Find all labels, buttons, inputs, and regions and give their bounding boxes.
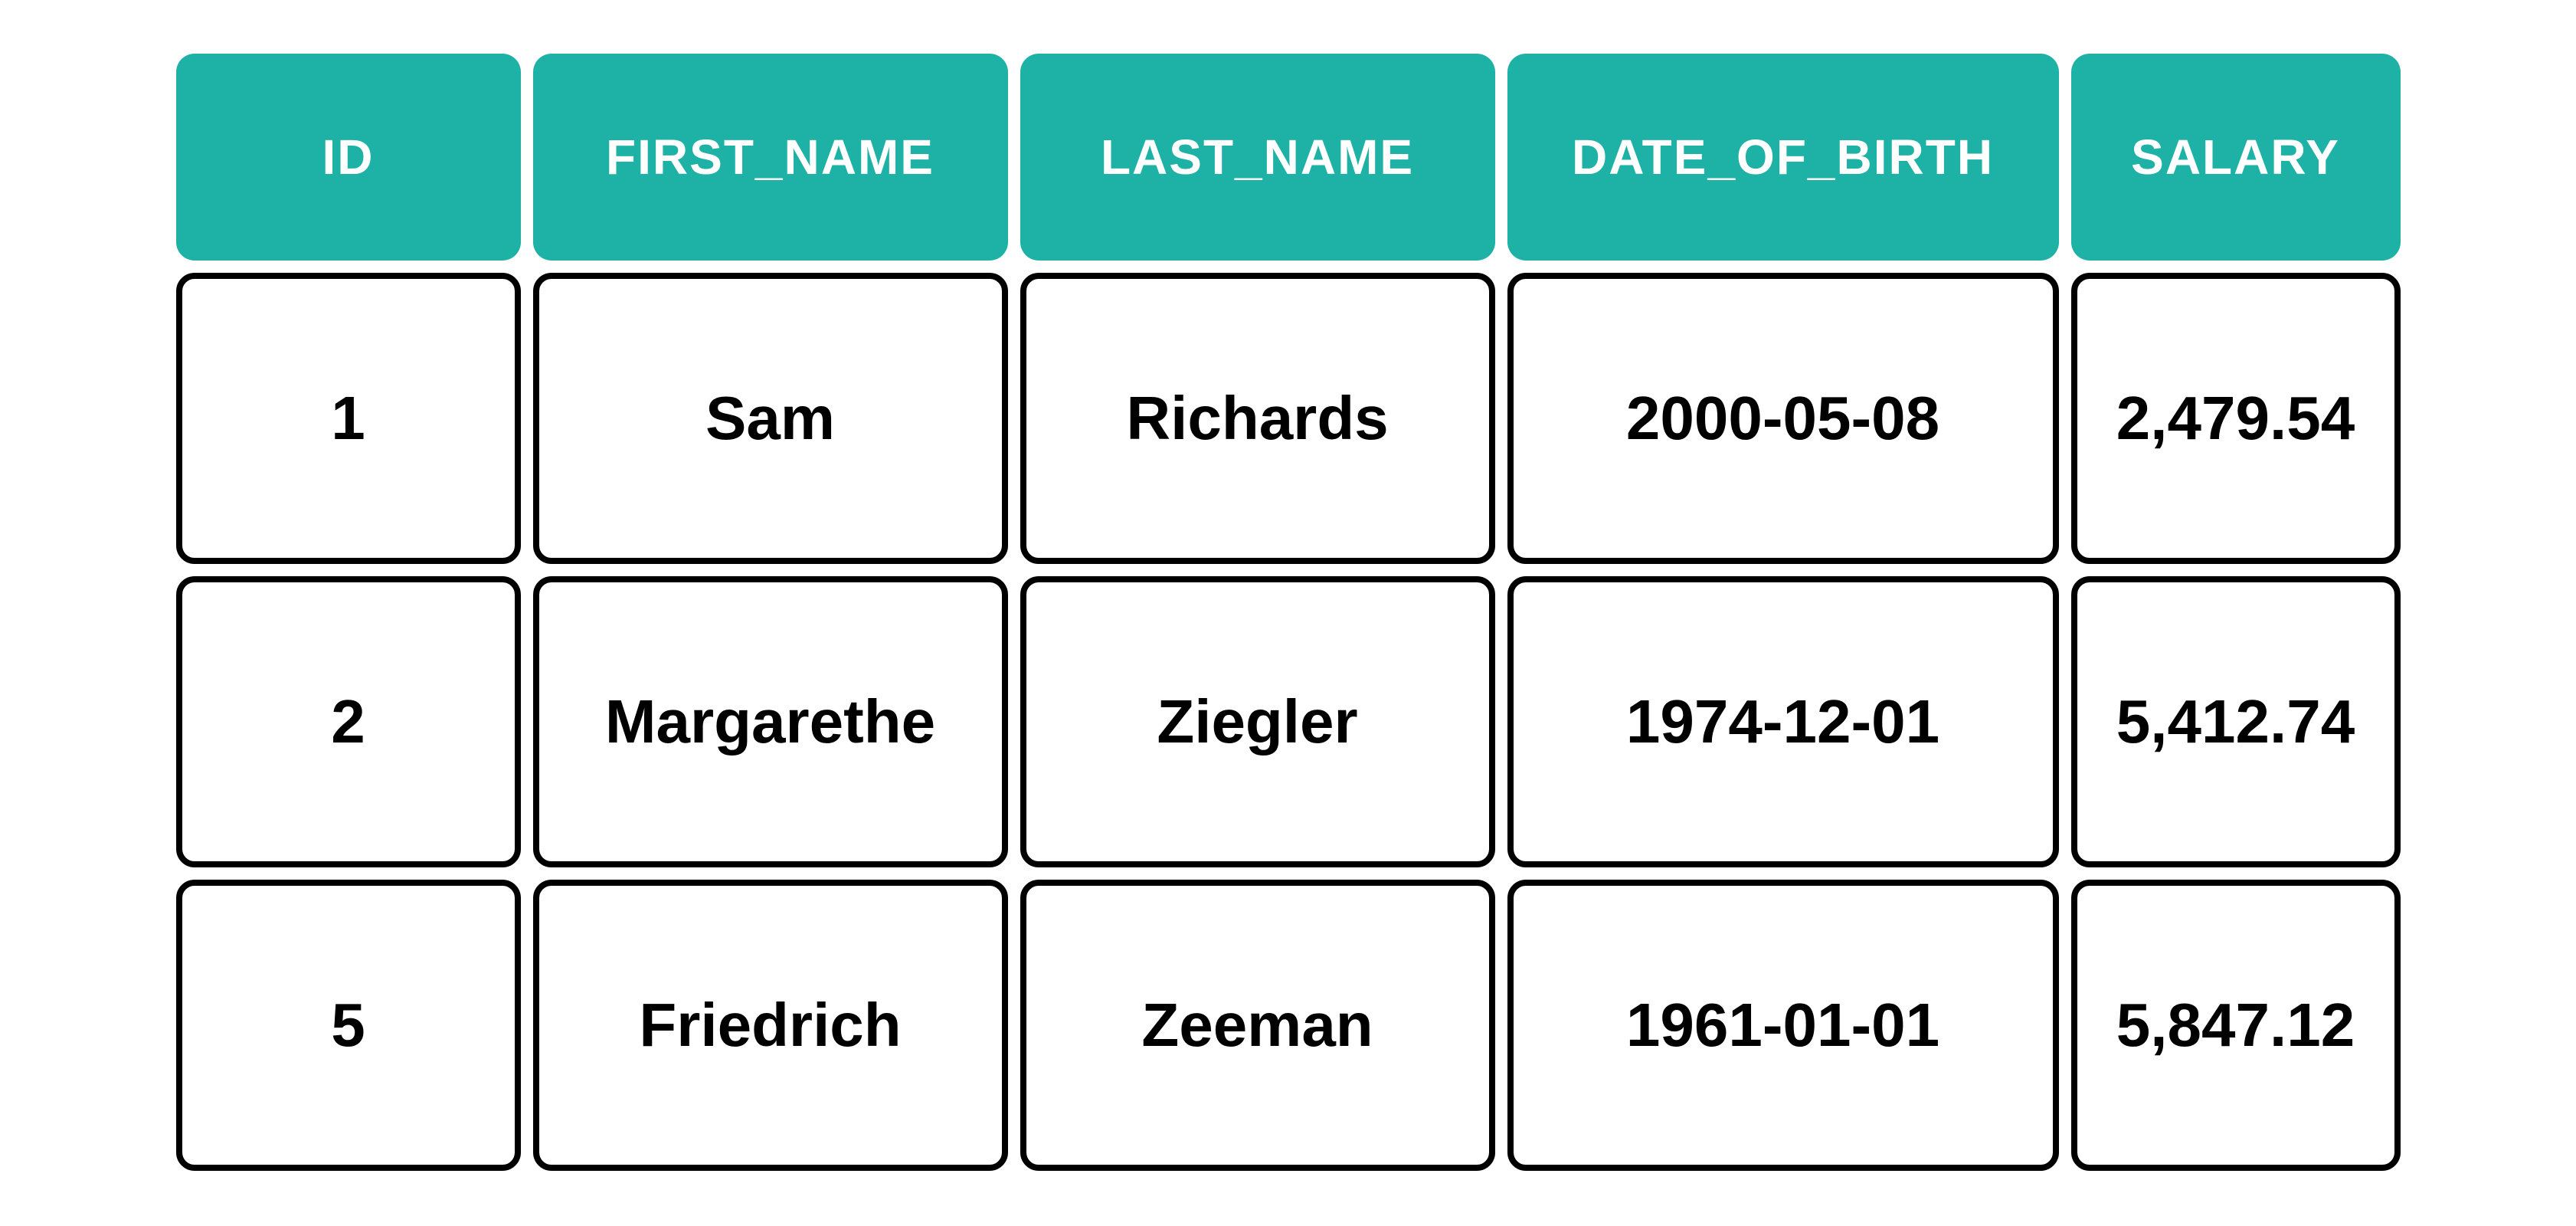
- column-header-last-name: LAST_NAME: [1020, 54, 1495, 261]
- cell-first-name: Sam: [533, 273, 1008, 564]
- cell-id: 2: [176, 576, 521, 867]
- table-grid: ID FIRST_NAME LAST_NAME DATE_OF_BIRTH SA…: [199, 54, 2377, 1149]
- data-table: ID FIRST_NAME LAST_NAME DATE_OF_BIRTH SA…: [0, 0, 2576, 1226]
- cell-salary: 2,479.54: [2071, 273, 2401, 564]
- cell-salary: 5,847.12: [2071, 880, 2401, 1171]
- column-header-salary: SALARY: [2071, 54, 2401, 261]
- cell-salary: 5,412.74: [2071, 576, 2401, 867]
- cell-id: 5: [176, 880, 521, 1171]
- cell-last-name: Richards: [1020, 273, 1495, 564]
- cell-last-name: Ziegler: [1020, 576, 1495, 867]
- cell-last-name: Zeeman: [1020, 880, 1495, 1171]
- cell-first-name: Friedrich: [533, 880, 1008, 1171]
- cell-id: 1: [176, 273, 521, 564]
- column-header-date-of-birth: DATE_OF_BIRTH: [1507, 54, 2059, 261]
- column-header-first-name: FIRST_NAME: [533, 54, 1008, 261]
- cell-date-of-birth: 1974-12-01: [1507, 576, 2059, 867]
- cell-date-of-birth: 2000-05-08: [1507, 273, 2059, 564]
- cell-date-of-birth: 1961-01-01: [1507, 880, 2059, 1171]
- column-header-id: ID: [176, 54, 521, 261]
- cell-first-name: Margarethe: [533, 576, 1008, 867]
